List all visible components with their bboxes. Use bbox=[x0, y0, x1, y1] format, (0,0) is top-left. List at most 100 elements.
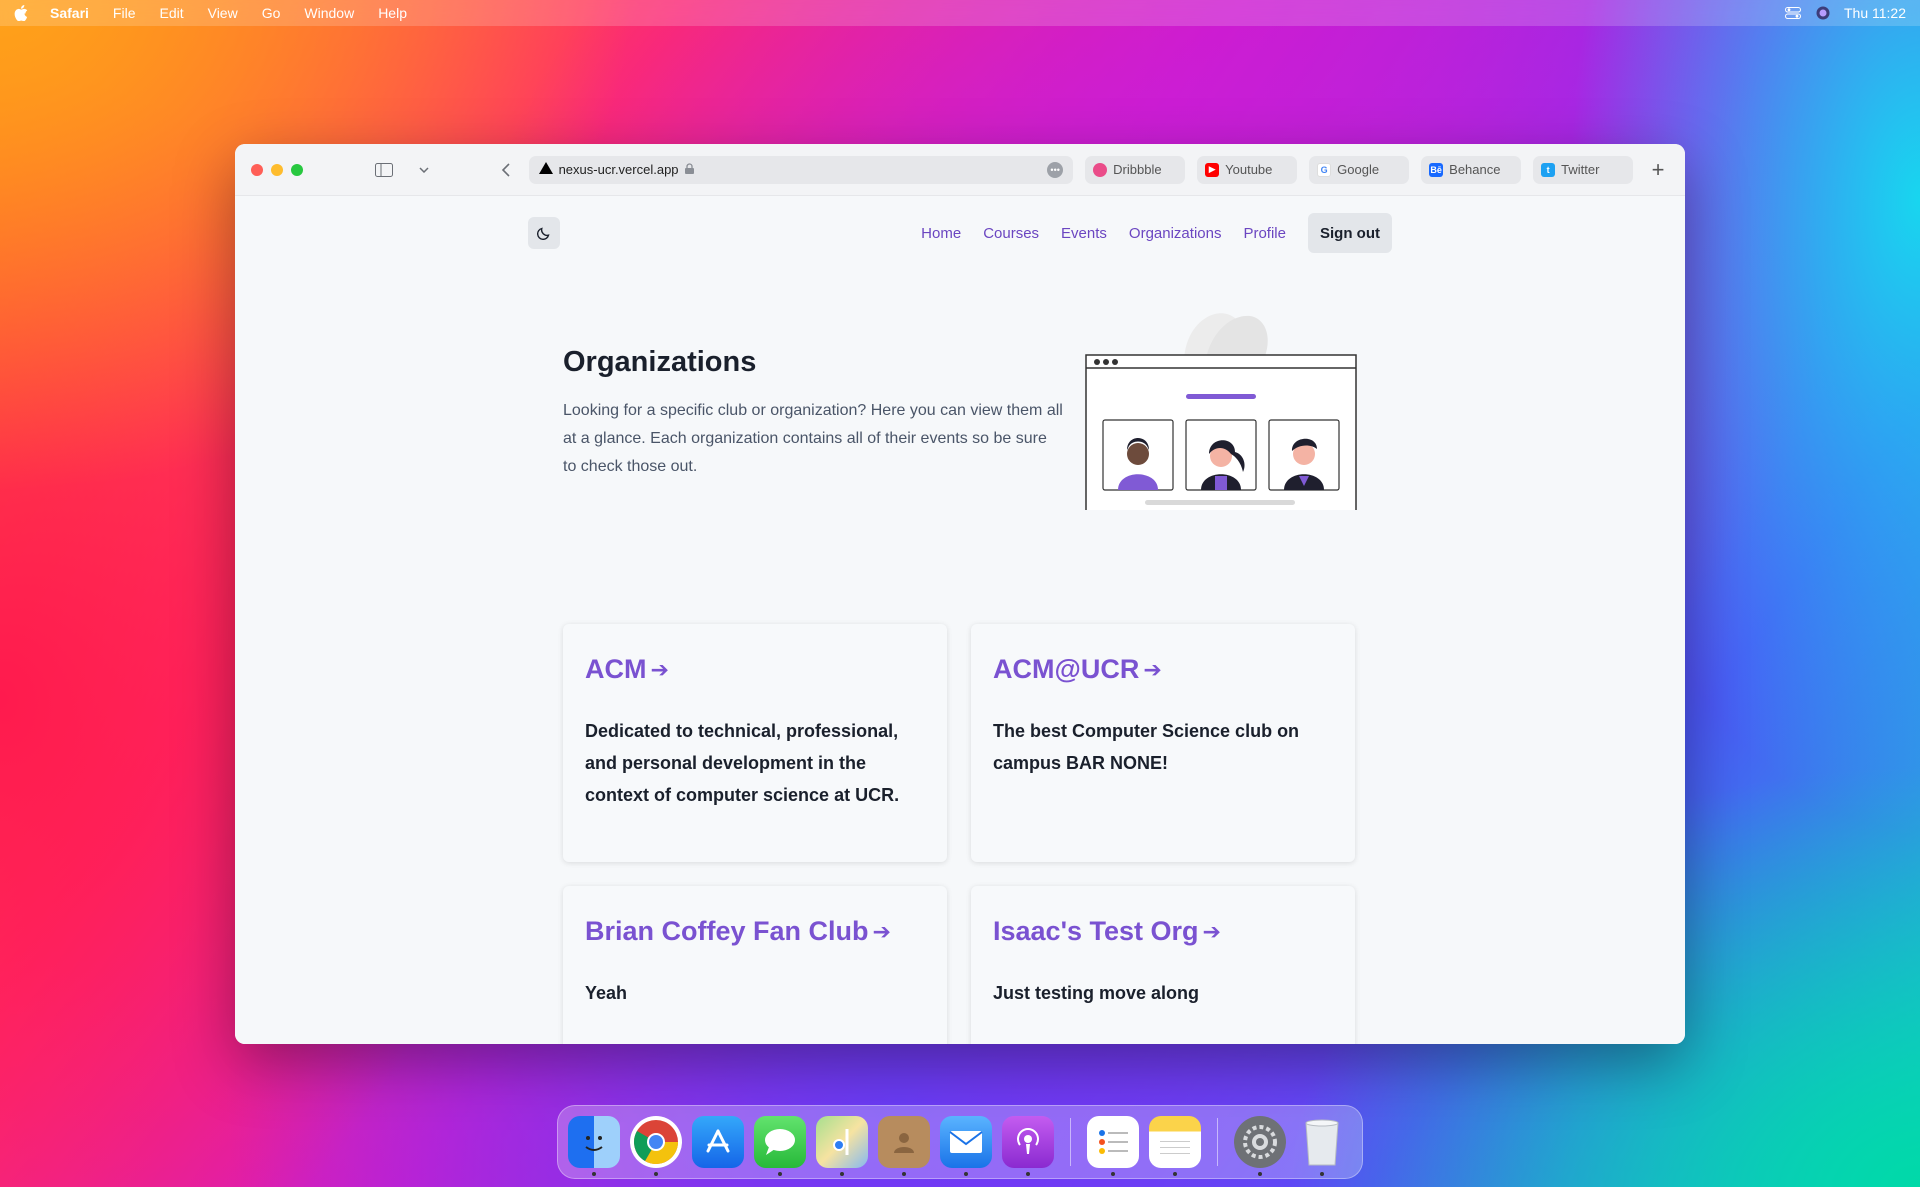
dock-separator bbox=[1070, 1118, 1071, 1166]
messages-icon[interactable] bbox=[754, 1116, 806, 1176]
browser-toolbar: nexus-ucr.vercel.app ••• Dribbble ▶ Yout… bbox=[235, 144, 1685, 196]
menu-clock[interactable]: Thu 11:22 bbox=[1844, 5, 1906, 21]
org-title-link[interactable]: ACM@UCR ➔ bbox=[993, 654, 1333, 685]
arrow-right-icon: ➔ bbox=[1202, 918, 1221, 944]
safari-window: nexus-ucr.vercel.app ••• Dribbble ▶ Yout… bbox=[235, 144, 1685, 1044]
org-title-link[interactable]: Isaac's Test Org ➔ bbox=[993, 916, 1333, 947]
hero-section: Organizations Looking for a specific clu… bbox=[563, 346, 1063, 481]
page-menu-icon[interactable]: ••• bbox=[1047, 161, 1064, 178]
control-center-icon[interactable] bbox=[1784, 6, 1802, 20]
system-preferences-icon[interactable] bbox=[1234, 1116, 1286, 1176]
running-indicator bbox=[1026, 1172, 1030, 1176]
new-tab-button[interactable]: + bbox=[1647, 157, 1669, 183]
finder-icon[interactable] bbox=[568, 1116, 620, 1176]
contacts-icon[interactable] bbox=[878, 1116, 930, 1176]
favorite-google[interactable]: G Google bbox=[1309, 155, 1410, 184]
window-controls bbox=[251, 163, 303, 176]
site-navbar: Home Courses Events Organizations Profil… bbox=[528, 213, 1392, 253]
twitter-icon: t bbox=[1541, 162, 1556, 177]
web-page: Home Courses Events Organizations Profil… bbox=[235, 196, 1685, 1044]
menu-go[interactable]: Go bbox=[262, 5, 281, 21]
org-description: Just testing move along bbox=[993, 983, 1200, 1003]
google-icon: G bbox=[1317, 162, 1332, 177]
favorite-youtube[interactable]: ▶ Youtube bbox=[1197, 155, 1298, 184]
favorite-label: Google bbox=[1337, 162, 1380, 177]
running-indicator bbox=[1173, 1172, 1177, 1176]
mail-icon[interactable] bbox=[940, 1116, 992, 1176]
maps-icon[interactable] bbox=[816, 1116, 868, 1176]
minimize-window-button[interactable] bbox=[271, 163, 283, 176]
site-favicon-icon bbox=[538, 162, 553, 177]
page-title: Organizations bbox=[563, 346, 757, 378]
dribbble-icon bbox=[1093, 162, 1108, 177]
org-description: The best Computer Science club on campus… bbox=[993, 721, 1300, 773]
org-card[interactable]: Isaac's Test Org ➔ Just testing move alo… bbox=[971, 886, 1355, 1044]
video-call-illustration bbox=[1085, 304, 1359, 540]
apple-menu-icon[interactable] bbox=[14, 5, 30, 21]
running-indicator bbox=[592, 1172, 596, 1176]
zoom-window-button[interactable] bbox=[291, 163, 303, 176]
nav-links: Home Courses Events Organizations Profil… bbox=[899, 213, 1392, 253]
org-card[interactable]: ACM@UCR ➔ The best Computer Science club… bbox=[971, 624, 1355, 862]
favorite-dribbble[interactable]: Dribbble bbox=[1085, 155, 1186, 184]
menu-help[interactable]: Help bbox=[378, 5, 407, 21]
favorite-label: Twitter bbox=[1561, 162, 1600, 177]
menu-view[interactable]: View bbox=[208, 5, 238, 21]
org-name: Brian Coffey Fan Club bbox=[585, 916, 869, 946]
nav-home[interactable]: Home bbox=[921, 225, 961, 242]
org-description: Dedicated to technical, professional, an… bbox=[585, 721, 900, 805]
trash-icon[interactable] bbox=[1296, 1116, 1348, 1176]
dock-separator bbox=[1217, 1118, 1218, 1166]
behance-icon: Bē bbox=[1429, 162, 1444, 177]
chevron-down-icon[interactable] bbox=[413, 159, 435, 181]
lock-icon bbox=[684, 162, 694, 177]
page-description: Looking for a specific club or organizat… bbox=[563, 402, 1063, 475]
arrow-right-icon: ➔ bbox=[1143, 656, 1162, 682]
running-indicator bbox=[654, 1172, 658, 1176]
youtube-icon: ▶ bbox=[1205, 162, 1220, 177]
org-card[interactable]: Brian Coffey Fan Club ➔ Yeah bbox=[563, 886, 947, 1044]
favorite-twitter[interactable]: t Twitter bbox=[1533, 155, 1634, 184]
running-indicator bbox=[964, 1172, 968, 1176]
org-card[interactable]: ACM ➔ Dedicated to technical, profession… bbox=[563, 624, 947, 862]
url-text: nexus-ucr.vercel.app bbox=[558, 162, 679, 177]
org-title-link[interactable]: Brian Coffey Fan Club ➔ bbox=[585, 916, 925, 947]
org-title-link[interactable]: ACM ➔ bbox=[585, 654, 925, 685]
moon-icon[interactable] bbox=[528, 217, 560, 249]
address-bar[interactable]: nexus-ucr.vercel.app ••• bbox=[528, 155, 1074, 184]
notes-icon[interactable] bbox=[1149, 1116, 1201, 1176]
running-indicator bbox=[1258, 1172, 1262, 1176]
menu-edit[interactable]: Edit bbox=[159, 5, 183, 21]
sign-out-button[interactable]: Sign out bbox=[1308, 213, 1392, 253]
menu-window[interactable]: Window bbox=[304, 5, 354, 21]
running-indicator bbox=[840, 1172, 844, 1176]
siri-icon[interactable] bbox=[1814, 6, 1832, 20]
reminders-icon[interactable] bbox=[1087, 1116, 1139, 1176]
arrow-right-icon: ➔ bbox=[650, 656, 669, 682]
sidebar-toggle-icon[interactable] bbox=[373, 159, 395, 181]
org-name: Isaac's Test Org bbox=[993, 916, 1199, 946]
org-description: Yeah bbox=[585, 983, 628, 1003]
close-window-button[interactable] bbox=[251, 163, 263, 176]
running-indicator bbox=[1111, 1172, 1115, 1176]
back-button[interactable] bbox=[495, 159, 517, 181]
running-indicator bbox=[1320, 1172, 1324, 1176]
running-indicator bbox=[902, 1172, 906, 1176]
menu-file[interactable]: File bbox=[113, 5, 136, 21]
favorites-bar: Dribbble ▶ Youtube G Google Bē Behance t… bbox=[1085, 155, 1634, 184]
podcasts-icon[interactable] bbox=[1002, 1116, 1054, 1176]
menu-bar: Safari File Edit View Go Window Help Thu… bbox=[0, 0, 1920, 26]
favorite-label: Dribbble bbox=[1113, 162, 1162, 177]
nav-courses[interactable]: Courses bbox=[983, 225, 1039, 242]
dock bbox=[557, 1105, 1363, 1179]
org-name: ACM@UCR bbox=[993, 654, 1140, 684]
chrome-icon[interactable] bbox=[630, 1116, 682, 1176]
menu-app-name[interactable]: Safari bbox=[50, 5, 89, 21]
arrow-right-icon: ➔ bbox=[872, 918, 891, 944]
app-store-icon[interactable] bbox=[692, 1116, 744, 1168]
nav-organizations[interactable]: Organizations bbox=[1129, 225, 1222, 242]
nav-profile[interactable]: Profile bbox=[1243, 225, 1286, 242]
favorite-behance[interactable]: Bē Behance bbox=[1421, 155, 1522, 184]
nav-events[interactable]: Events bbox=[1061, 225, 1107, 242]
favorite-label: Youtube bbox=[1225, 162, 1273, 177]
